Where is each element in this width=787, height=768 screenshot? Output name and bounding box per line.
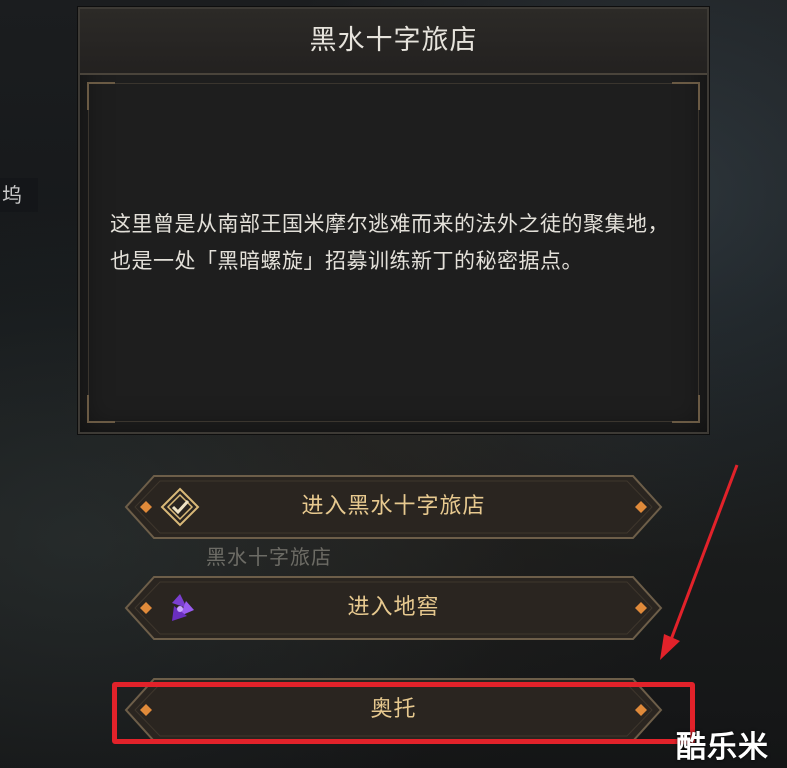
corner-ornament — [87, 395, 115, 423]
location-info-panel: 黑水十字旅店 这里曾是从南部王国米摩尔逃难而来的法外之徒的聚集地，也是一处「黑暗… — [78, 7, 709, 434]
enter-cellar-button[interactable]: 进入地窖 — [124, 575, 663, 641]
highlight-box — [112, 682, 695, 744]
background-location-label: 黑水十字旅店 — [206, 545, 332, 569]
panel-title: 黑水十字旅店 — [309, 25, 478, 56]
panel-header: 黑水十字旅店 — [80, 9, 707, 75]
map-location-label: 坞 — [0, 178, 38, 212]
corner-ornament — [672, 82, 700, 110]
watermark: 酷乐米 — [676, 730, 769, 765]
enter-inn-label: 进入黑水十字旅店 — [301, 494, 486, 519]
location-description: 这里曾是从南部王国米摩尔逃难而来的法外之徒的聚集地，也是一处「黑暗螺旋」招募训练… — [110, 212, 669, 273]
corner-ornament — [672, 395, 700, 423]
corner-ornament — [87, 82, 115, 110]
enter-cellar-label: 进入地窖 — [347, 595, 440, 620]
enter-inn-button[interactable]: 进入黑水十字旅店 — [124, 474, 663, 540]
